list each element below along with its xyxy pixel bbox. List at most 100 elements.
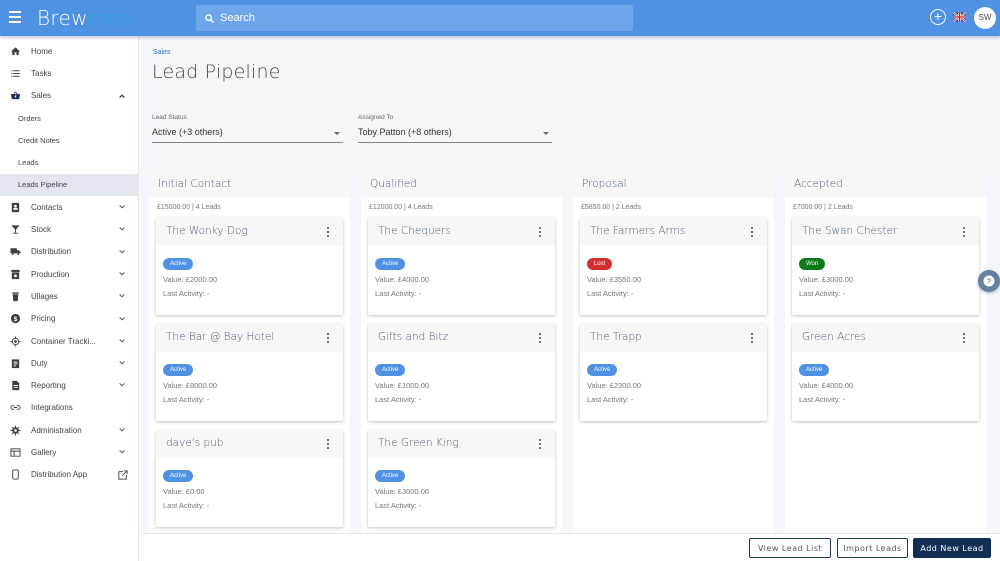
sidebar-item-container-tracking[interactable]: Container Tracki...	[0, 330, 138, 352]
lead-name[interactable]: dave's pub	[166, 437, 223, 449]
sidebar-item-distribution-app[interactable]: Distribution App	[0, 464, 138, 486]
home-icon	[9, 45, 21, 57]
chevron-down-icon[interactable]	[118, 426, 126, 434]
dollar-icon: $	[9, 313, 21, 325]
plus-circle-icon[interactable]: +	[930, 9, 946, 25]
user-avatar[interactable]: SW	[974, 7, 996, 29]
sidebar-item-label: Home	[31, 46, 53, 56]
lead-card[interactable]: The Chequers Active Value: £4000.00 Last…	[368, 218, 555, 315]
lead-name[interactable]: The Green King	[378, 437, 459, 449]
sidebar-item-production[interactable]: Production	[0, 263, 138, 285]
sidebar-item-label: Contacts	[31, 202, 63, 212]
sidebar-sub-leads[interactable]: Leads	[0, 151, 138, 173]
lead-status-filter[interactable]: Lead Status Active (+3 others)	[152, 114, 343, 143]
sidebar-item-ullages[interactable]: Ullages	[0, 285, 138, 307]
sidebar-item-stock[interactable]: Stock	[0, 218, 138, 240]
search-bar[interactable]	[196, 5, 633, 31]
lead-name[interactable]: The Chequers	[378, 225, 451, 237]
chevron-down-icon[interactable]	[118, 315, 126, 323]
sidebar-item-contacts[interactable]: Contacts	[0, 196, 138, 218]
more-options-icon[interactable]	[327, 227, 330, 238]
sidebar-item-pricing[interactable]: $ Pricing	[0, 308, 138, 330]
lead-status-select[interactable]: Active (+3 others)	[152, 127, 343, 143]
lead-card-header: The Swan Chester	[792, 218, 979, 246]
chevron-up-icon[interactable]	[118, 92, 126, 100]
chevron-down-icon[interactable]	[118, 448, 126, 456]
lead-name[interactable]: Gifts and Bitz	[378, 331, 448, 343]
assigned-to-filter[interactable]: Assigned To Toby Patton (+8 others)	[358, 114, 552, 143]
sidebar-item-home[interactable]: Home	[0, 40, 138, 62]
lead-card[interactable]: The Wonky Dog Active Value: £2000.00 Las…	[156, 218, 343, 315]
lead-name[interactable]: The Bar @ Bay Hotel	[166, 331, 274, 343]
dropdown-caret-icon	[334, 132, 340, 135]
more-options-icon[interactable]	[539, 439, 542, 450]
lead-name[interactable]: The Farmers Arms	[590, 225, 685, 237]
more-options-icon[interactable]	[751, 227, 754, 238]
lead-card[interactable]: The Bar @ Bay Hotel Active Value: £8000.…	[156, 324, 343, 421]
sidebar-item-reporting[interactable]: Reporting	[0, 374, 138, 396]
chevron-down-icon[interactable]	[118, 203, 126, 211]
sidebar-sub-leads-pipeline[interactable]: Leads Pipeline	[0, 173, 138, 197]
search-input[interactable]	[220, 12, 620, 24]
more-options-icon[interactable]	[539, 333, 542, 344]
lead-name[interactable]: The Wonky Dog	[166, 225, 248, 237]
assigned-to-select[interactable]: Toby Patton (+8 others)	[358, 127, 552, 143]
more-options-icon[interactable]	[539, 227, 542, 238]
chevron-down-icon[interactable]	[118, 337, 126, 345]
sidebar-item-sales[interactable]: Sales	[0, 85, 138, 107]
chevron-down-icon[interactable]	[118, 270, 126, 278]
lead-card[interactable]: Green Acres Active Value: £4000.00 Last …	[792, 324, 979, 421]
lead-name[interactable]: The Swan Chester	[802, 225, 897, 237]
lead-card[interactable]: The Farmers Arms Lost Value: £3550.00 La…	[580, 218, 767, 315]
status-badge: Active	[587, 364, 618, 376]
sidebar-item-gallery[interactable]: Gallery	[0, 441, 138, 463]
more-options-icon[interactable]	[751, 333, 754, 344]
more-options-icon[interactable]	[963, 333, 966, 344]
brand-logo[interactable]: Brewman	[37, 6, 133, 30]
filter-label: Lead Status	[152, 114, 187, 121]
dropdown-caret-icon	[543, 132, 549, 135]
lead-name[interactable]: Green Acres	[802, 331, 866, 343]
sidebar-item-label: Tasks	[31, 68, 52, 78]
uk-flag-icon[interactable]	[953, 12, 966, 22]
external-link-icon[interactable]	[118, 469, 128, 480]
column-title: Proposal	[573, 170, 774, 197]
add-new-lead-button[interactable]: Add New Lead	[913, 538, 991, 558]
help-button[interactable]: ?	[978, 270, 1000, 292]
column-title: Initial Contact	[149, 170, 350, 197]
view-lead-list-button[interactable]: View Lead List	[749, 538, 831, 558]
import-leads-button[interactable]: Import Leads	[837, 538, 908, 558]
breadcrumb[interactable]: Sales	[153, 49, 171, 56]
lead-value: Value: £2300.00	[587, 381, 642, 390]
production-icon	[9, 268, 21, 280]
sidebar-item-integrations[interactable]: Integrations	[0, 397, 138, 419]
sidebar-item-distribution[interactable]: Distribution	[0, 241, 138, 263]
chevron-down-icon[interactable]	[118, 381, 126, 389]
more-options-icon[interactable]	[327, 333, 330, 344]
sidebar-item-label: Distribution	[31, 247, 72, 257]
lead-card[interactable]: The Green King Active Value: £3000.00 La…	[368, 430, 555, 527]
lead-card[interactable]: Gifts and Bitz Active Value: £1000.00 La…	[368, 324, 555, 421]
chevron-down-icon[interactable]	[118, 359, 126, 367]
sidebar-item-duty[interactable]: Duty	[0, 352, 138, 374]
sidebar-item-tasks[interactable]: Tasks	[0, 62, 138, 84]
lead-value: Value: £4000.00	[799, 381, 854, 390]
lead-card[interactable]: The Swan Chester Won Value: £3000.00 Las…	[792, 218, 979, 315]
help-icon: ?	[983, 275, 995, 287]
sidebar-item-label: Administration	[31, 425, 82, 435]
status-badge: Active	[375, 470, 406, 482]
menu-icon[interactable]	[9, 11, 21, 25]
sidebar-sub-credit-notes[interactable]: Credit Notes	[0, 129, 138, 151]
sidebar-sub-orders[interactable]: Orders	[0, 107, 138, 129]
lead-name[interactable]: The Trapp	[590, 331, 642, 343]
chevron-down-icon[interactable]	[118, 225, 126, 233]
chevron-down-icon[interactable]	[118, 248, 126, 256]
chevron-down-icon[interactable]	[118, 292, 126, 300]
lead-card[interactable]: The Trapp Active Value: £2300.00 Last Ac…	[580, 324, 767, 421]
filter-label: Assigned To	[358, 114, 394, 121]
lead-card[interactable]: dave's pub Active Value: £0.00 Last Acti…	[156, 430, 343, 527]
lead-last-activity: Last Activity: -	[375, 501, 422, 510]
more-options-icon[interactable]	[327, 439, 330, 450]
sidebar-item-administration[interactable]: Administration	[0, 419, 138, 441]
more-options-icon[interactable]	[963, 227, 966, 238]
